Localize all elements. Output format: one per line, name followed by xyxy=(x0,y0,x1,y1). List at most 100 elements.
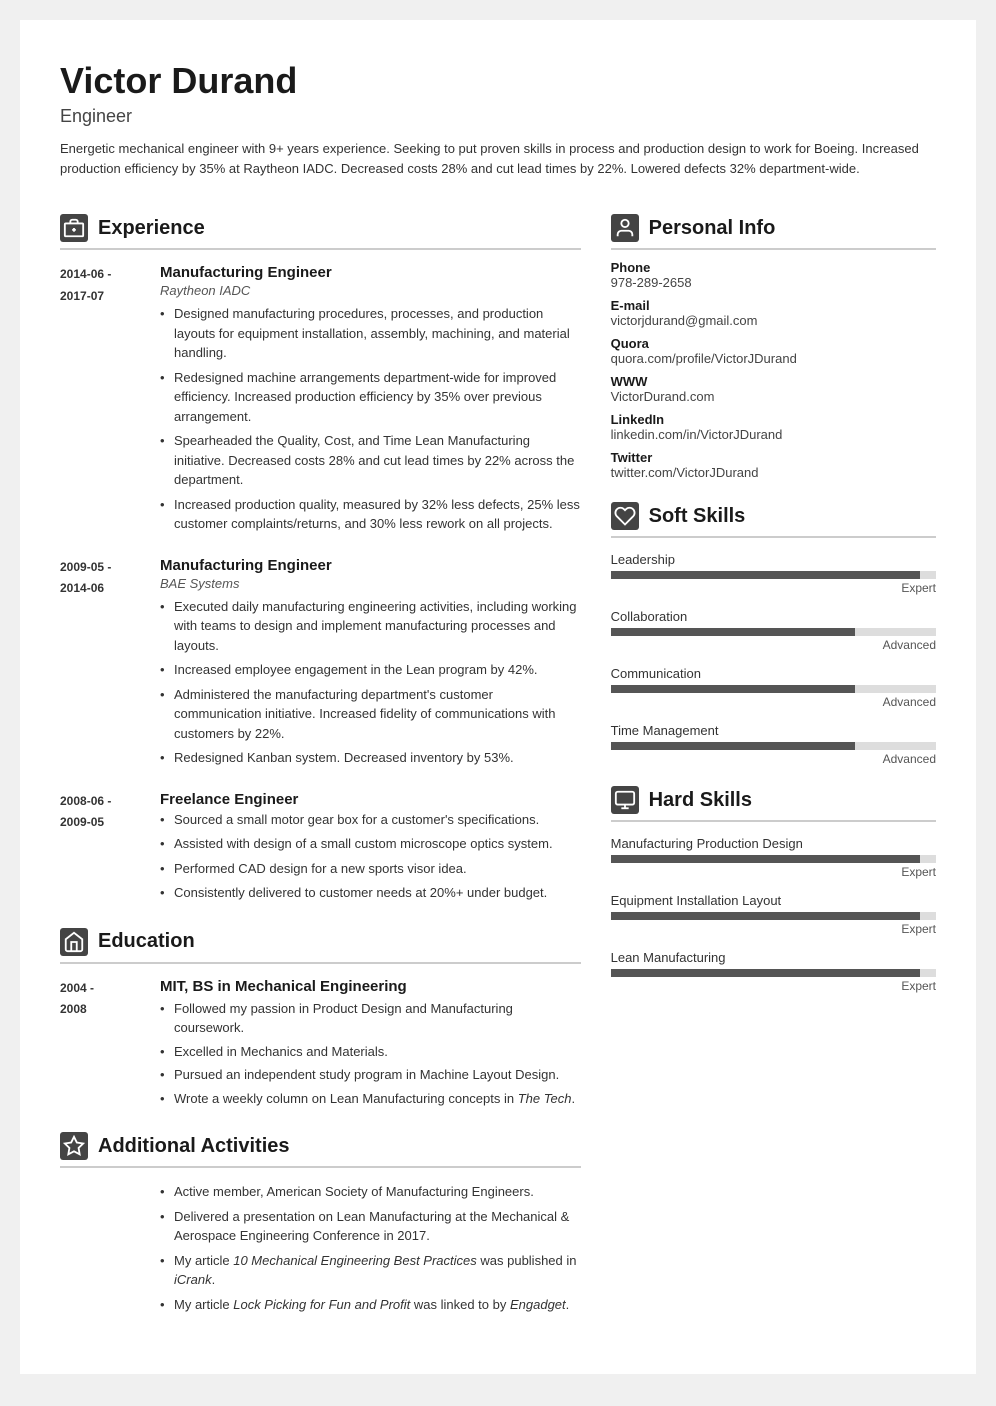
soft-skills-section: Soft Skills Leadership Expert Collaborat… xyxy=(611,502,936,766)
skill-bar-time-management xyxy=(611,742,936,750)
additional-section: Additional Activities Active member, Ame… xyxy=(60,1132,581,1314)
personal-field-phone: Phone 978-289-2658 xyxy=(611,260,936,290)
hard-skills-header: Hard Skills xyxy=(611,786,936,822)
skill-bar-fill-equipment xyxy=(611,912,920,920)
act-bullet: My article Lock Picking for Fun and Prof… xyxy=(160,1295,581,1315)
exp-bullet: Consistently delivered to customer needs… xyxy=(160,883,581,903)
exp-entry-2: 2009-05 - 2014-06 Manufacturing Engineer… xyxy=(60,557,581,773)
two-column-layout: Experience 2014-06 - 2017-07 Manufacturi… xyxy=(60,214,936,1334)
skill-bar-leadership xyxy=(611,571,936,579)
skill-bar-fill-collaboration xyxy=(611,628,855,636)
additional-title: Additional Activities xyxy=(98,1135,290,1158)
act-bullet: Delivered a presentation on Lean Manufac… xyxy=(160,1207,581,1246)
hard-skills-title: Hard Skills xyxy=(649,789,752,812)
exp-bullet: Redesigned machine arrangements departme… xyxy=(160,368,581,427)
experience-icon xyxy=(60,214,88,242)
soft-skills-header: Soft Skills xyxy=(611,502,936,538)
exp-content-2: Manufacturing Engineer BAE Systems Execu… xyxy=(160,557,581,773)
exp-content-1: Manufacturing Engineer Raytheon IADC Des… xyxy=(160,264,581,539)
hard-skills-icon xyxy=(611,786,639,814)
hard-skills-section: Hard Skills Manufacturing Production Des… xyxy=(611,786,936,993)
exp-bullets-1: Designed manufacturing procedures, proce… xyxy=(160,304,581,534)
personal-field-www: WWW VictorDurand.com xyxy=(611,374,936,404)
skill-bar-fill-time-management xyxy=(611,742,855,750)
exp-bullet: Redesigned Kanban system. Decreased inve… xyxy=(160,748,581,768)
exp-bullet: Spearheaded the Quality, Cost, and Time … xyxy=(160,431,581,490)
personal-field-twitter: Twitter twitter.com/VictorJDurand xyxy=(611,450,936,480)
experience-section: Experience 2014-06 - 2017-07 Manufacturi… xyxy=(60,214,581,908)
skill-manufacturing-production: Manufacturing Production Design Expert xyxy=(611,836,936,879)
right-column: Personal Info Phone 978-289-2658 E-mail … xyxy=(611,214,936,1334)
personal-info-header: Personal Info xyxy=(611,214,936,250)
skill-communication: Communication Advanced xyxy=(611,666,936,709)
exp-bullet: Increased employee engagement in the Lea… xyxy=(160,660,581,680)
education-title: Education xyxy=(98,930,195,953)
skill-bar-lean-manufacturing xyxy=(611,969,936,977)
personal-info-icon xyxy=(611,214,639,242)
education-section: Education 2004 - 2008 MIT, BS in Mechani… xyxy=(60,928,581,1113)
exp-content-3: Freelance Engineer Sourced a small motor… xyxy=(160,791,581,908)
exp-bullets-2: Executed daily manufacturing engineering… xyxy=(160,597,581,768)
experience-title: Experience xyxy=(98,217,205,240)
skill-bar-fill-leadership xyxy=(611,571,920,579)
skill-bar-fill-lean xyxy=(611,969,920,977)
additional-header: Additional Activities xyxy=(60,1132,581,1168)
exp-dates-1: 2014-06 - 2017-07 xyxy=(60,264,140,539)
skill-collaboration: Collaboration Advanced xyxy=(611,609,936,652)
candidate-title: Engineer xyxy=(60,106,936,127)
skill-bar-communication xyxy=(611,685,936,693)
exp-company-2: BAE Systems xyxy=(160,576,581,591)
exp-job-title-3: Freelance Engineer xyxy=(160,791,581,808)
skill-lean-manufacturing: Lean Manufacturing Expert xyxy=(611,950,936,993)
exp-entry-1: 2014-06 - 2017-07 Manufacturing Engineer… xyxy=(60,264,581,539)
personal-field-email: E-mail victorjdurand@gmail.com xyxy=(611,298,936,328)
skill-bar-fill-communication xyxy=(611,685,855,693)
skill-bar-collaboration xyxy=(611,628,936,636)
exp-dates-3: 2008-06 - 2009-05 xyxy=(60,791,140,908)
personal-field-quora: Quora quora.com/profile/VictorJDurand xyxy=(611,336,936,366)
soft-skills-icon xyxy=(611,502,639,530)
exp-bullet: Assisted with design of a small custom m… xyxy=(160,834,581,854)
edu-bullet: Wrote a weekly column on Lean Manufactur… xyxy=(160,1089,581,1109)
header-section: Victor Durand Engineer Energetic mechani… xyxy=(60,60,936,178)
education-header: Education xyxy=(60,928,581,964)
edu-bullet: Pursued an independent study program in … xyxy=(160,1065,581,1085)
resume-container: Victor Durand Engineer Energetic mechani… xyxy=(20,20,976,1374)
personal-info-title: Personal Info xyxy=(649,217,776,240)
exp-bullet: Performed CAD design for a new sports vi… xyxy=(160,859,581,879)
exp-bullet: Administered the manufacturing departmen… xyxy=(160,685,581,744)
edu-school-1: MIT, BS in Mechanical Engineering xyxy=(160,978,581,995)
skill-leadership: Leadership Expert xyxy=(611,552,936,595)
edu-entry-1: 2004 - 2008 MIT, BS in Mechanical Engine… xyxy=(60,978,581,1113)
act-bullet: My article 10 Mechanical Engineering Bes… xyxy=(160,1251,581,1290)
act-bullet: Active member, American Society of Manuf… xyxy=(160,1182,581,1202)
exp-company-1: Raytheon IADC xyxy=(160,283,581,298)
exp-job-title-1: Manufacturing Engineer xyxy=(160,264,581,281)
exp-entry-3: 2008-06 - 2009-05 Freelance Engineer Sou… xyxy=(60,791,581,908)
education-icon xyxy=(60,928,88,956)
skill-bar-fill-manufacturing xyxy=(611,855,920,863)
exp-bullet: Sourced a small motor gear box for a cus… xyxy=(160,810,581,830)
exp-bullet: Executed daily manufacturing engineering… xyxy=(160,597,581,656)
exp-bullet: Increased production quality, measured b… xyxy=(160,495,581,534)
skill-bar-equipment-installation xyxy=(611,912,936,920)
personal-field-linkedin: LinkedIn linkedin.com/in/VictorJDurand xyxy=(611,412,936,442)
edu-content-1: MIT, BS in Mechanical Engineering Follow… xyxy=(160,978,581,1113)
skill-time-management: Time Management Advanced xyxy=(611,723,936,766)
additional-bullets: Active member, American Society of Manuf… xyxy=(160,1182,581,1314)
exp-bullets-3: Sourced a small motor gear box for a cus… xyxy=(160,810,581,903)
experience-header: Experience xyxy=(60,214,581,250)
skill-bar-manufacturing-production xyxy=(611,855,936,863)
edu-dates-1: 2004 - 2008 xyxy=(60,978,140,1113)
edu-bullets-1: Followed my passion in Product Design an… xyxy=(160,999,581,1109)
exp-bullet: Designed manufacturing procedures, proce… xyxy=(160,304,581,363)
candidate-summary: Energetic mechanical engineer with 9+ ye… xyxy=(60,139,936,178)
additional-icon xyxy=(60,1132,88,1160)
skill-equipment-installation: Equipment Installation Layout Expert xyxy=(611,893,936,936)
edu-bullet: Excelled in Mechanics and Materials. xyxy=(160,1042,581,1062)
exp-dates-2: 2009-05 - 2014-06 xyxy=(60,557,140,773)
soft-skills-title: Soft Skills xyxy=(649,505,746,528)
left-column: Experience 2014-06 - 2017-07 Manufacturi… xyxy=(60,214,581,1334)
exp-job-title-2: Manufacturing Engineer xyxy=(160,557,581,574)
edu-bullet: Followed my passion in Product Design an… xyxy=(160,999,581,1038)
